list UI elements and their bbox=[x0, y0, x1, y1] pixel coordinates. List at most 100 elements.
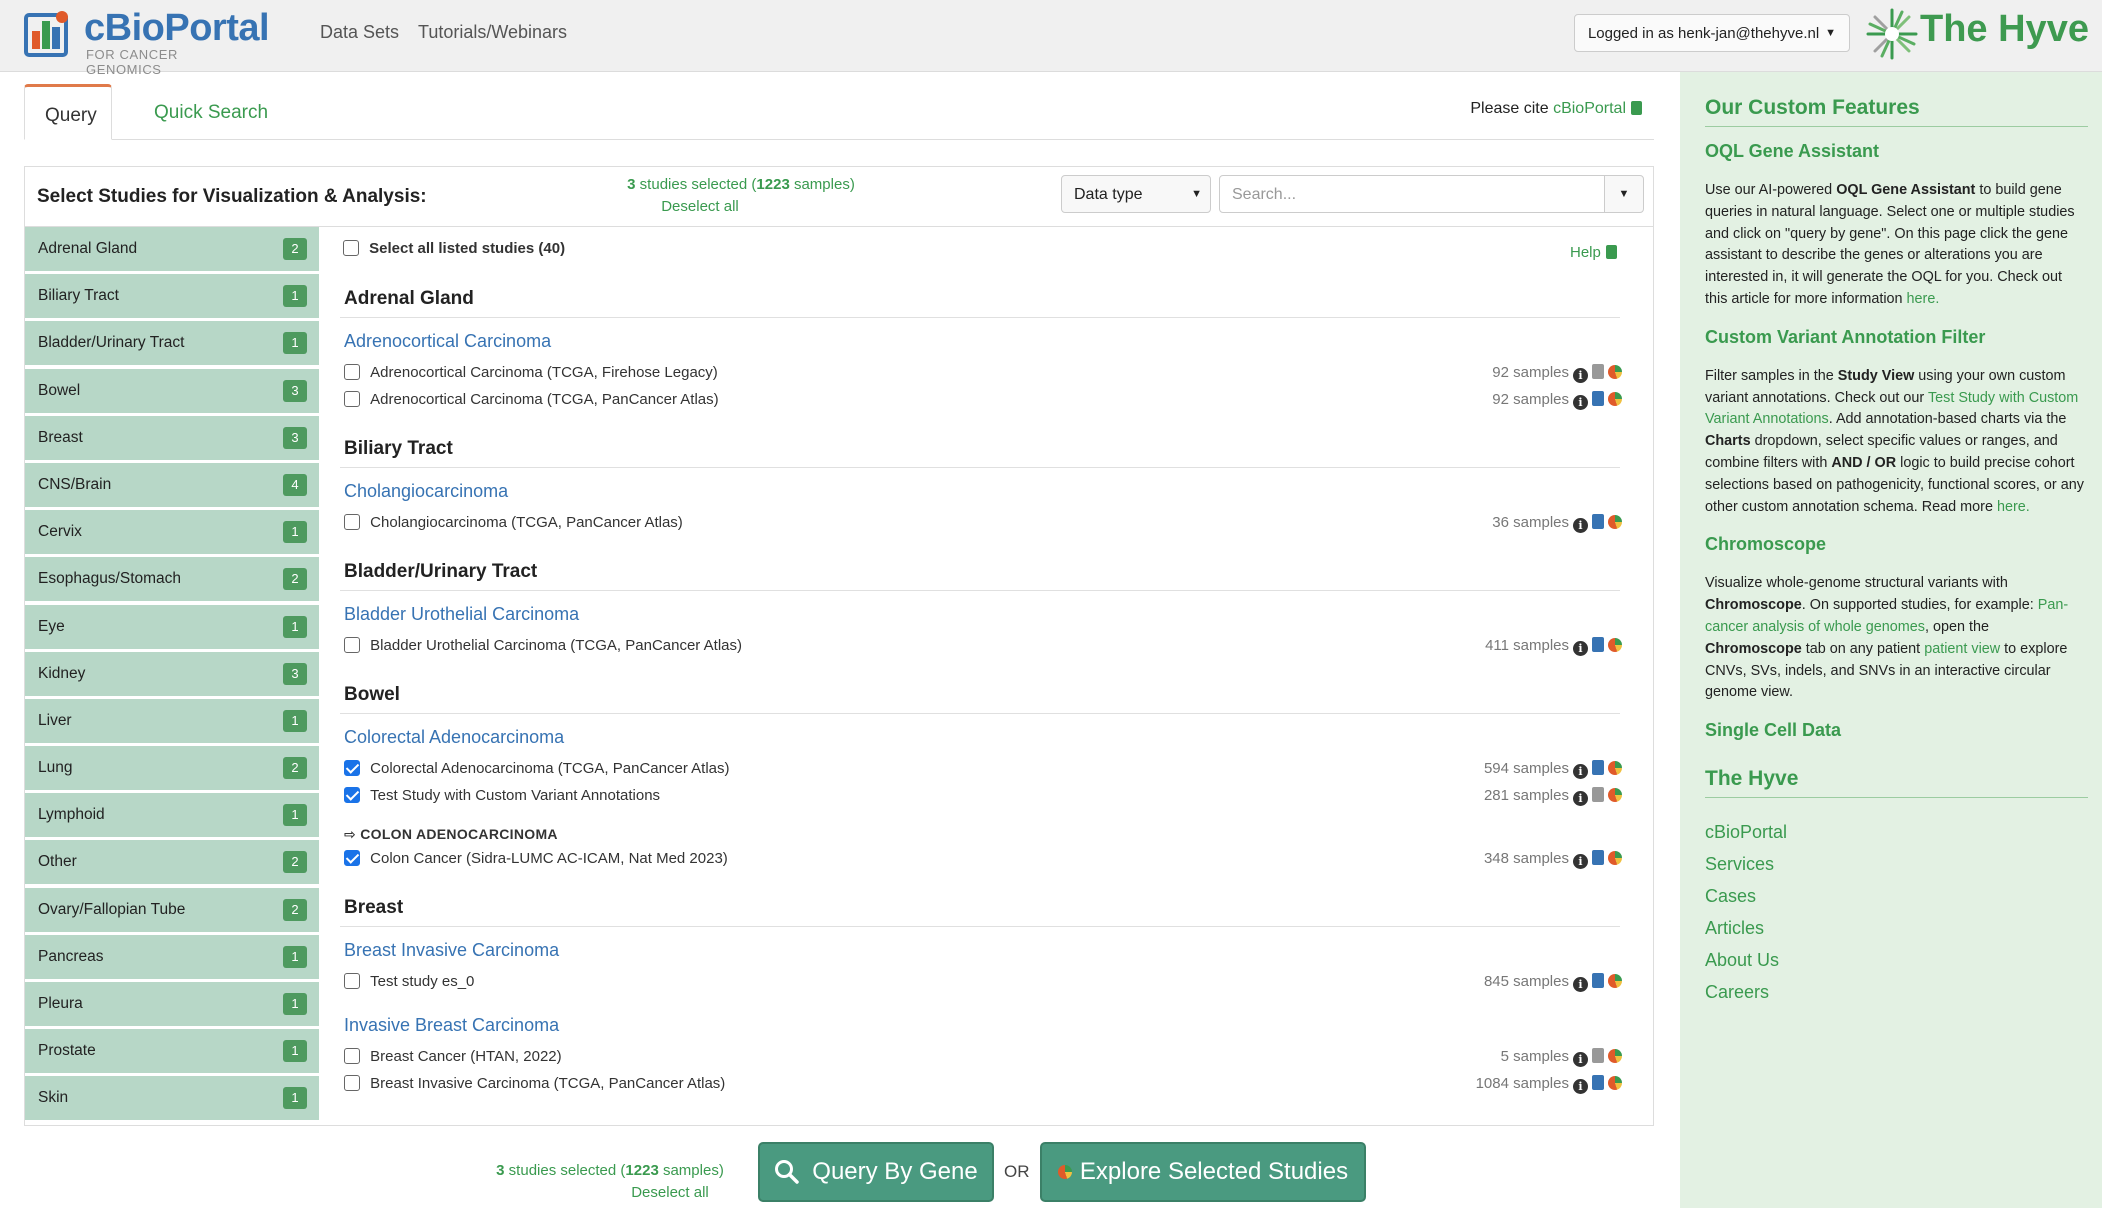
book-icon[interactable] bbox=[1592, 364, 1604, 379]
cancer-type-item[interactable]: Skin 1 bbox=[25, 1076, 319, 1121]
info-icon[interactable]: i bbox=[1573, 368, 1588, 383]
tab-query[interactable]: Query bbox=[24, 84, 112, 140]
book-icon[interactable] bbox=[1592, 1075, 1604, 1090]
book-icon[interactable] bbox=[1592, 760, 1604, 775]
patient-view-link[interactable]: patient view bbox=[1924, 641, 2000, 657]
pie-chart-icon[interactable] bbox=[1608, 974, 1622, 988]
pie-chart-icon[interactable] bbox=[1608, 761, 1622, 775]
query-by-gene-button[interactable]: Query By Gene bbox=[758, 1142, 994, 1202]
hyve-link-services[interactable]: Services bbox=[1705, 854, 2088, 875]
info-icon[interactable]: i bbox=[1573, 1079, 1588, 1094]
pie-chart-icon[interactable] bbox=[1608, 851, 1622, 865]
nav-tutorials[interactable]: Tutorials/Webinars bbox=[418, 22, 567, 43]
study-checkbox-checked[interactable] bbox=[344, 850, 360, 866]
cancer-type-item[interactable]: Adrenal Gland 2 bbox=[25, 227, 319, 271]
tab-quick-search[interactable]: Quick Search bbox=[134, 84, 288, 140]
study-search-input[interactable]: Search... bbox=[1219, 175, 1605, 213]
study-checkbox[interactable] bbox=[344, 1075, 360, 1091]
search-dropdown-button[interactable]: ▼ bbox=[1604, 175, 1644, 213]
study-checkbox[interactable] bbox=[344, 1048, 360, 1064]
cancer-type-item[interactable]: Cervix 1 bbox=[25, 510, 319, 555]
study-row[interactable]: Test study es_0 bbox=[344, 973, 474, 990]
study-row[interactable]: Colon Cancer (Sidra-LUMC AC-ICAM, Nat Me… bbox=[344, 850, 728, 867]
study-row[interactable]: Test Study with Custom Variant Annotatio… bbox=[344, 787, 660, 804]
login-dropdown[interactable]: Logged in as henk-jan@thehyve.nl ▼ bbox=[1574, 14, 1850, 52]
hyve-link-cases[interactable]: Cases bbox=[1705, 886, 2088, 907]
info-icon[interactable]: i bbox=[1573, 518, 1588, 533]
study-checkbox[interactable] bbox=[344, 973, 360, 989]
cite-link[interactable]: cBioPortal bbox=[1553, 100, 1626, 117]
subtype-link[interactable]: Colorectal Adenocarcinoma bbox=[344, 727, 564, 748]
book-icon[interactable] bbox=[1592, 391, 1604, 406]
cancer-type-item[interactable]: Liver 1 bbox=[25, 698, 319, 743]
select-all-checkbox[interactable] bbox=[343, 240, 359, 256]
hyve-link-careers[interactable]: Careers bbox=[1705, 982, 2088, 1003]
cancer-type-item[interactable]: Bowel 3 bbox=[25, 368, 319, 413]
hyve-link-cbioportal[interactable]: cBioPortal bbox=[1705, 822, 2088, 843]
cva-more-link[interactable]: here. bbox=[1997, 499, 2030, 515]
data-type-dropdown[interactable]: Data type ▼ bbox=[1061, 175, 1211, 213]
bottom-deselect-all-link[interactable]: Deselect all bbox=[610, 1184, 730, 1201]
info-icon[interactable]: i bbox=[1573, 764, 1588, 779]
cancer-type-item[interactable]: Breast 3 bbox=[25, 415, 319, 460]
pie-chart-icon[interactable] bbox=[1608, 392, 1622, 406]
subtype-link[interactable]: Breast Invasive Carcinoma bbox=[344, 940, 559, 961]
study-row[interactable]: Colorectal Adenocarcinoma (TCGA, PanCanc… bbox=[344, 760, 730, 777]
pie-chart-icon[interactable] bbox=[1608, 1049, 1622, 1063]
subtype-link[interactable]: Cholangiocarcinoma bbox=[344, 481, 508, 502]
info-icon[interactable]: i bbox=[1573, 977, 1588, 992]
nav-data-sets[interactable]: Data Sets bbox=[320, 22, 399, 43]
study-checkbox[interactable] bbox=[344, 391, 360, 407]
cancer-type-item[interactable]: Ovary/Fallopian Tube 2 bbox=[25, 887, 319, 932]
pie-chart-icon[interactable] bbox=[1608, 1076, 1622, 1090]
subtype-link[interactable]: Adrenocortical Carcinoma bbox=[344, 331, 551, 352]
cancer-type-item[interactable]: Eye 1 bbox=[25, 604, 319, 649]
cancer-type-item[interactable]: Lung 2 bbox=[25, 746, 319, 791]
book-icon[interactable] bbox=[1592, 973, 1604, 988]
cancer-type-item[interactable]: Other 2 bbox=[25, 840, 319, 885]
info-icon[interactable]: i bbox=[1573, 395, 1588, 410]
help-link[interactable]: Help bbox=[1570, 244, 1617, 261]
subtype-link[interactable]: Bladder Urothelial Carcinoma bbox=[344, 604, 579, 625]
hyve-link-articles[interactable]: Articles bbox=[1705, 918, 2088, 939]
study-row[interactable]: Breast Invasive Carcinoma (TCGA, PanCanc… bbox=[344, 1075, 725, 1092]
cbioportal-logo[interactable]: cBioPortal FOR CANCER GENOMICS bbox=[22, 7, 270, 77]
cancer-type-item[interactable]: Bladder/Urinary Tract 1 bbox=[25, 321, 319, 366]
study-checkbox-checked[interactable] bbox=[344, 787, 360, 803]
cancer-type-item[interactable]: Pancreas 1 bbox=[25, 934, 319, 979]
hyve-link-about-us[interactable]: About Us bbox=[1705, 950, 2088, 971]
cancer-type-item[interactable]: CNS/Brain 4 bbox=[25, 462, 319, 507]
cancer-type-item[interactable]: Pleura 1 bbox=[25, 982, 319, 1026]
oql-more-link[interactable]: here. bbox=[1907, 291, 1940, 307]
book-icon[interactable] bbox=[1592, 1048, 1604, 1063]
pie-chart-icon[interactable] bbox=[1608, 638, 1622, 652]
book-icon[interactable] bbox=[1592, 637, 1604, 652]
hyve-logo-icon[interactable] bbox=[1862, 6, 1922, 62]
deselect-all-link[interactable]: Deselect all bbox=[635, 198, 765, 215]
single-cell-heading[interactable]: Single Cell Data bbox=[1705, 720, 2088, 741]
study-row[interactable]: Adrenocortical Carcinoma (TCGA, PanCance… bbox=[344, 391, 719, 408]
info-icon[interactable]: i bbox=[1573, 641, 1588, 656]
study-row[interactable]: Breast Cancer (HTAN, 2022) bbox=[344, 1048, 562, 1065]
book-icon[interactable] bbox=[1592, 787, 1604, 802]
study-row[interactable]: Cholangiocarcinoma (TCGA, PanCancer Atla… bbox=[344, 514, 683, 531]
select-all-studies[interactable]: Select all listed studies (40) bbox=[343, 240, 565, 257]
subtype-link[interactable]: Invasive Breast Carcinoma bbox=[344, 1015, 559, 1036]
info-icon[interactable]: i bbox=[1573, 1052, 1588, 1067]
cancer-type-item[interactable]: Prostate 1 bbox=[25, 1029, 319, 1074]
cancer-type-item[interactable]: Biliary Tract 1 bbox=[25, 274, 319, 319]
info-icon[interactable]: i bbox=[1573, 854, 1588, 869]
cancer-type-item[interactable]: Lymphoid 1 bbox=[25, 793, 319, 838]
cancer-type-item[interactable]: Esophagus/Stomach 2 bbox=[25, 557, 319, 602]
study-row[interactable]: Adrenocortical Carcinoma (TCGA, Firehose… bbox=[344, 364, 718, 381]
study-checkbox-checked[interactable] bbox=[344, 760, 360, 776]
study-checkbox[interactable] bbox=[344, 364, 360, 380]
cancer-type-item[interactable]: Kidney 3 bbox=[25, 651, 319, 696]
info-icon[interactable]: i bbox=[1573, 791, 1588, 806]
book-icon[interactable] bbox=[1592, 850, 1604, 865]
study-checkbox[interactable] bbox=[344, 637, 360, 653]
explore-selected-studies-button[interactable]: Explore Selected Studies bbox=[1040, 1142, 1366, 1202]
pie-chart-icon[interactable] bbox=[1608, 788, 1622, 802]
study-row[interactable]: Bladder Urothelial Carcinoma (TCGA, PanC… bbox=[344, 637, 742, 654]
pie-chart-icon[interactable] bbox=[1608, 515, 1622, 529]
